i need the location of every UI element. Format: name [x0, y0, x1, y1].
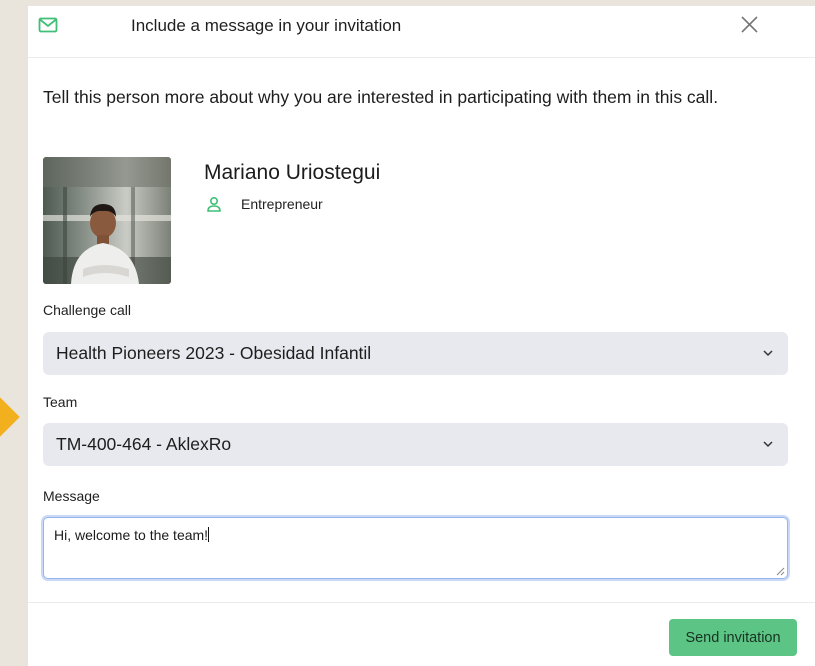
challenge-call-label: Challenge call — [43, 302, 131, 318]
team-select[interactable]: TM-400-464 - AklexRo — [43, 423, 788, 466]
mail-icon — [38, 17, 58, 33]
message-textarea[interactable]: Hi, welcome to the team! — [43, 517, 788, 579]
message-label: Message — [43, 488, 100, 504]
chevron-down-icon — [763, 441, 773, 448]
message-text: Hi, welcome to the team! — [54, 527, 209, 543]
footer-divider — [28, 602, 815, 603]
resize-handle-icon[interactable] — [775, 566, 785, 576]
user-icon — [207, 196, 221, 212]
team-value: TM-400-464 - AklexRo — [56, 434, 232, 454]
chevron-down-icon — [763, 350, 773, 357]
backdrop-pointer — [0, 397, 20, 437]
avatar-photo — [43, 157, 171, 284]
modal-header: Include a message in your invitation — [28, 6, 815, 58]
person-role: Entrepreneur — [206, 194, 323, 214]
close-button[interactable] — [736, 12, 762, 38]
text-caret — [208, 527, 210, 542]
invitation-modal: Include a message in your invitation Tel… — [28, 6, 815, 666]
role-label: Entrepreneur — [241, 196, 323, 212]
modal-title: Include a message in your invitation — [131, 16, 402, 35]
team-label: Team — [43, 394, 78, 410]
challenge-call-select[interactable]: Health Pioneers 2023 - Obesidad Infantil — [43, 332, 788, 375]
close-icon — [741, 16, 758, 33]
challenge-call-value: Health Pioneers 2023 - Obesidad Infantil — [56, 343, 372, 363]
intro-text: Tell this person more about why you are … — [43, 87, 719, 107]
avatar — [43, 157, 171, 284]
person-name: Mariano Uriostegui — [204, 161, 381, 184]
send-invitation-button[interactable]: Send invitation — [669, 619, 797, 656]
